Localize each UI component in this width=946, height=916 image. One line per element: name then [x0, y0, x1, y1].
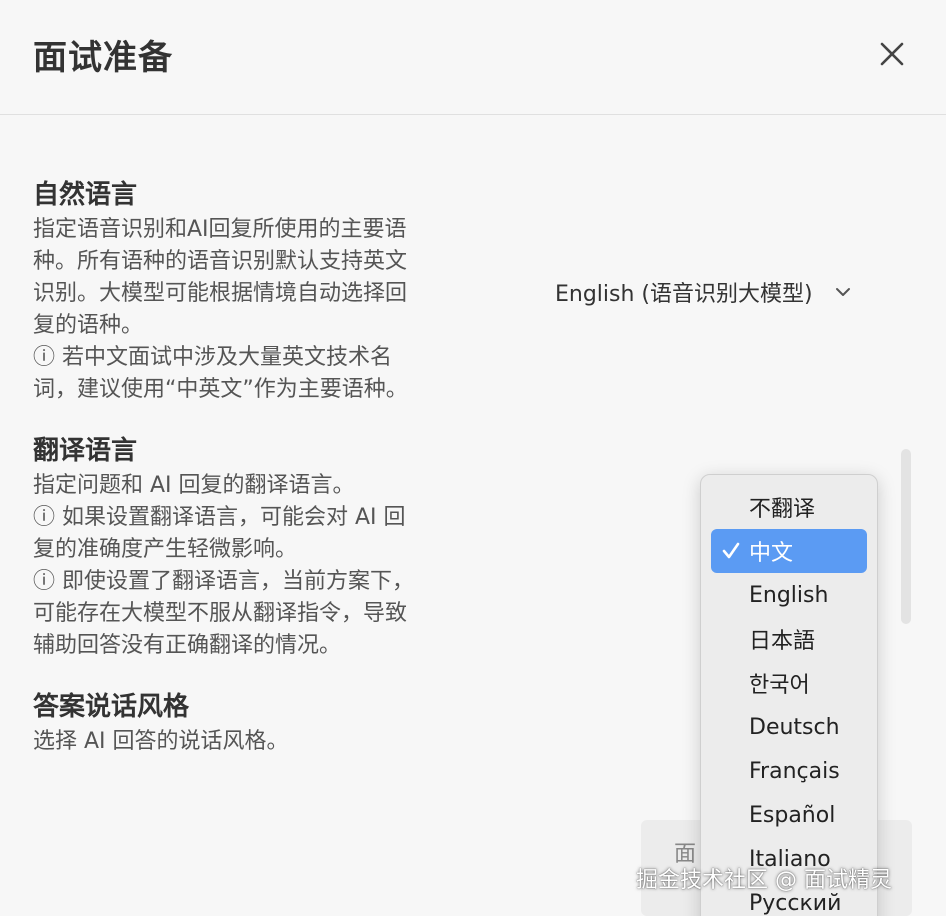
close-button[interactable]: [872, 34, 912, 74]
translation-language-desc: 指定问题和 AI 回复的翻译语言。 ⓘ 如果设置翻译语言，可能会对 AI 回 复…: [33, 470, 453, 662]
natural-language-select-value: English (语音识别大模型): [555, 282, 813, 307]
desc-line: 指定问题和 AI 回复的翻译语言。: [33, 473, 355, 498]
option-label: Deutsch: [749, 714, 840, 740]
dropdown-option-japanese[interactable]: 日本語: [711, 617, 867, 661]
watermark: 掘金技术社区 @ 面试精灵: [636, 868, 892, 893]
option-label: English: [749, 582, 829, 608]
dialog-title: 面试准备: [33, 38, 173, 78]
desc-line: 选择 AI 回答的说话风格。: [33, 729, 289, 754]
desc-line: 识别。大模型可能根据情境自动选择回: [33, 281, 408, 306]
natural-language-desc: 指定语音识别和AI回复所使用的主要语 种。所有语种的语音识别默认支持英文 识别。…: [33, 214, 453, 406]
dropdown-option-korean[interactable]: 한국어: [711, 661, 867, 705]
translation-language-title: 翻译语言: [33, 436, 138, 466]
scrollbar[interactable]: [901, 449, 911, 624]
desc-line: 词，建议使用“中英文”作为主要语种。: [33, 377, 408, 402]
desc-line: 辅助回答没有正确翻译的情况。: [33, 633, 342, 658]
dropdown-option-german[interactable]: Deutsch: [711, 705, 867, 749]
dropdown-option-spanish[interactable]: Español: [711, 793, 867, 837]
option-label: 中文: [749, 541, 794, 566]
translation-language-section: 翻译语言 指定问题和 AI 回复的翻译语言。 ⓘ 如果设置翻译语言，可能会对 A…: [33, 434, 453, 662]
natural-language-select[interactable]: English (语音识别大模型): [555, 276, 853, 308]
natural-language-section: 自然语言 指定语音识别和AI回复所使用的主要语 种。所有语种的语音识别默认支持英…: [33, 178, 453, 406]
dropdown-option-english[interactable]: English: [711, 573, 867, 617]
option-label: Español: [749, 802, 836, 828]
desc-line: ⓘ 即使设置了翻译语言，当前方案下，: [33, 569, 414, 594]
answer-style-section: 答案说话风格 选择 AI 回答的说话风格。: [33, 690, 453, 758]
option-label: Русский: [749, 890, 842, 916]
desc-line: ⓘ 如果设置翻译语言，可能会对 AI 回: [33, 505, 406, 530]
close-icon: [880, 42, 904, 66]
desc-line: 种。所有语种的语音识别默认支持英文: [33, 249, 408, 274]
checkmark-icon: [721, 541, 741, 561]
chevron-down-icon: [835, 288, 850, 296]
option-label: Français: [749, 758, 840, 784]
desc-line: ⓘ 若中文面试中涉及大量英文技术名: [33, 345, 392, 370]
answer-style-title: 答案说话风格: [33, 692, 190, 722]
desc-line: 可能存在大模型不服从翻译指令，导致: [33, 601, 408, 626]
option-label: 日本語: [749, 629, 816, 654]
dropdown-option-no-translate[interactable]: 不翻译: [711, 485, 867, 529]
desc-line: 指定语音识别和AI回复所使用的主要语: [33, 217, 407, 242]
dropdown-option-chinese[interactable]: 中文: [711, 529, 867, 573]
translation-language-dropdown[interactable]: 不翻译 中文 English 日本語 한국어 Deutsch Français …: [700, 474, 878, 916]
option-label: 한국어: [749, 673, 810, 698]
dropdown-option-french[interactable]: Français: [711, 749, 867, 793]
option-label: 不翻译: [749, 497, 816, 522]
desc-line: 复的语种。: [33, 313, 144, 338]
desc-line: 复的准确度产生轻微影响。: [33, 537, 298, 562]
natural-language-title: 自然语言: [33, 180, 138, 210]
dialog-header: 面试准备: [0, 0, 946, 115]
answer-style-desc: 选择 AI 回答的说话风格。: [33, 726, 453, 758]
